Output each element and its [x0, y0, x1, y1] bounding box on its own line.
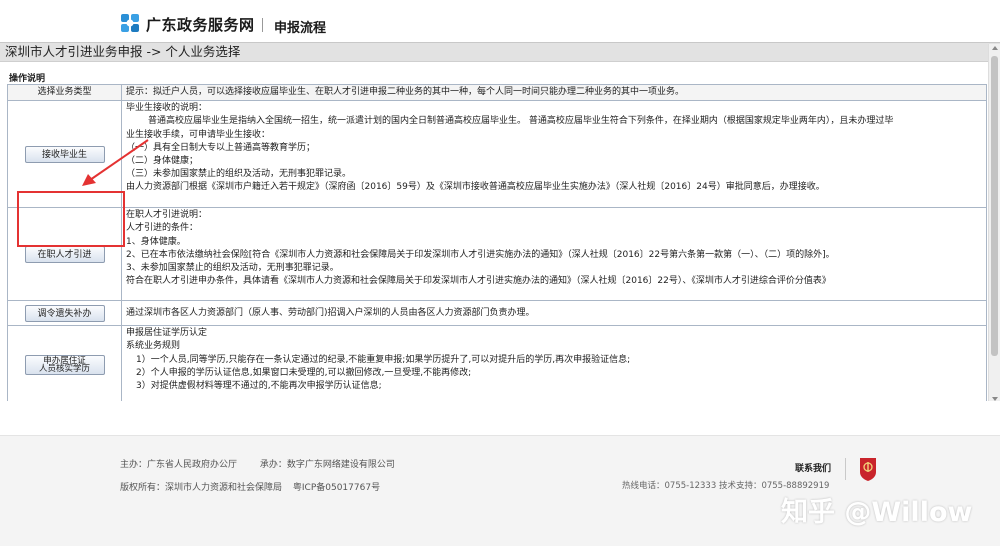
content-gap	[0, 401, 1000, 435]
scroll-up-arrow-icon[interactable]	[992, 46, 998, 50]
footer-copyright: 版权所有：深圳市人力资源和社会保障局	[120, 483, 283, 493]
description-line: 1）一个人员,同等学历,只能存在一条认定通过的纪录,不能重复申报;如果学历提升了…	[136, 354, 631, 365]
site-name[interactable]: 广东政务服务网	[146, 14, 255, 35]
main-content: 操作说明 选择业务类型 提示：拟迁户人员，可以选择接收应届毕业生、在职人才引进申…	[0, 62, 988, 401]
table-row: 申办居住证 人员核实学历 申报居住证学历认定 系统业务规则 1）一个人员,同等学历…	[7, 325, 987, 401]
contact-us-title[interactable]: 联系我们	[795, 461, 831, 474]
scroll-thumb[interactable]	[991, 56, 998, 356]
description-line: 人才引进的条件：	[126, 223, 199, 234]
row-residence-description: 申报居住证学历认定 系统业务规则 1）一个人员,同等学历,只能存在一条认定通过的…	[121, 325, 987, 401]
description-line: 业生接收手续，可申请毕业生接收：	[126, 129, 271, 140]
talent-introduction-button[interactable]: 在职人才引进	[24, 245, 105, 263]
row-transfer-description: 通过深圳市各区人力资源部门（原人事、劳动部门)招调入户深圳的人员由各区人力资源部…	[121, 300, 987, 327]
header-separator	[262, 18, 263, 32]
section-label: 操作说明	[9, 74, 46, 84]
footer-undertaker: 承办：数字广东网络建设有限公司	[259, 460, 395, 470]
description-line: 2、已在本市依法缴纳社会保险[符合《深圳市人力资源和社会保障局关于印发深圳市人才…	[126, 249, 835, 260]
site-logo-icon	[121, 14, 139, 32]
transfer-order-reissue-button[interactable]: 调令遗失补办	[24, 304, 105, 322]
footer-divider	[845, 458, 846, 480]
top-header: 广东政务服务网 申报流程	[0, 0, 1000, 44]
description-line: 2）个人申报的学历认证信息,如果窗口未受理的,可以撤回修改,一旦受理,不能再修改…	[136, 367, 472, 378]
residence-permit-education-button[interactable]: 申办居住证 人员核实学历	[24, 354, 105, 375]
row-talent-description: 在职人才引进说明： 人才引进的条件： 1、身体健康。 2、已在本市依法缴纳社会保…	[121, 207, 987, 302]
description-line: 申报居住证学历认定	[126, 328, 208, 339]
description-line: （一）具有全日制大专以上普通高等教育学历；	[126, 142, 316, 153]
watermark: 知乎 @Willow	[781, 497, 973, 528]
description-line: 通过深圳市各区人力资源部门（原人事、劳动部门)招调入户深圳的人员由各区人力资源部…	[126, 307, 535, 318]
annotation-arrow-icon	[82, 139, 149, 186]
button-line: 人员核实学历	[38, 364, 90, 375]
description-line: 普通高校应届毕业生是指纳入全国统一招生，统一派遣计划的国内全日制普通高校应届毕业…	[148, 116, 894, 127]
header-tip-text: 提示：拟迁户人员，可以选择接收应届毕业生、在职人才引进申报二种业务的其中一种，每…	[126, 87, 685, 97]
table-header-row: 选择业务类型 提示：拟迁户人员，可以选择接收应届毕业生、在职人才引进申报二种业务…	[7, 83, 987, 102]
description-line: 1、身体健康。	[126, 236, 186, 247]
header-select-type: 选择业务类型	[7, 83, 122, 102]
vertical-scrollbar[interactable]	[988, 44, 1000, 404]
description-line: （二）身体健康；	[126, 156, 199, 167]
table-row: 在职人才引进 在职人才引进说明： 人才引进的条件： 1、身体健康。 2、已在本市…	[7, 207, 987, 302]
footer: 主办：广东省人民政府办公厅 承办：数字广东网络建设有限公司 版权所有：深圳市人力…	[0, 435, 1000, 546]
description-line: 3、未参加国家禁止的组织及活动，无刑事犯罪记录。	[126, 263, 339, 274]
breadcrumb: 深圳市人才引进业务申报 -> 个人业务选择	[0, 42, 1000, 62]
description-line: 由人力资源部门根据《深圳市户籍迁入若干规定》（深府函〔2016〕59号）及《深圳…	[126, 182, 825, 193]
description-line: 3）对提供虚假材料等理不通过的,不能再次申报学历认证信息;	[136, 381, 382, 392]
page-subtitle: 申报流程	[274, 21, 327, 36]
footer-host-row: 主办：广东省人民政府办公厅 承办：数字广东网络建设有限公司	[120, 457, 415, 470]
description-line: 在职人才引进说明：	[126, 210, 208, 221]
description-line: 系统业务规则	[126, 341, 181, 352]
row-graduate-description: 毕业生接收的说明： 普通高校应届毕业生是指纳入全国统一招生，统一派遣计划的国内全…	[121, 100, 987, 209]
description-line: 毕业生接收的说明：	[126, 103, 208, 114]
row-residence-button-cell: 申办居住证 人员核实学历	[7, 325, 122, 401]
footer-copyright-row: 版权所有：深圳市人力资源和社会保障局 粤ICP备05017767号	[120, 480, 388, 493]
row-transfer-button-cell: 调令遗失补办	[7, 300, 122, 327]
party-emblem-icon[interactable]	[858, 456, 878, 482]
table-row: 调令遗失补办 通过深圳市各区人力资源部门（原人事、劳动部门)招调入户深圳的人员由…	[7, 300, 987, 327]
footer-host: 主办：广东省人民政府办公厅	[120, 460, 238, 470]
description-line: （三）未参加国家禁止的组织及活动，无刑事犯罪记录。	[126, 169, 352, 180]
description-line: 符合在职人才引进申办条件，具体请看《深圳市人力资源和社会保障局关于印发深圳市人才…	[126, 276, 831, 287]
footer-icp[interactable]: 粤ICP备05017767号	[293, 483, 380, 493]
header-tip: 提示：拟迁户人员，可以选择接收应届毕业生、在职人才引进申报二种业务的其中一种，每…	[121, 83, 987, 102]
